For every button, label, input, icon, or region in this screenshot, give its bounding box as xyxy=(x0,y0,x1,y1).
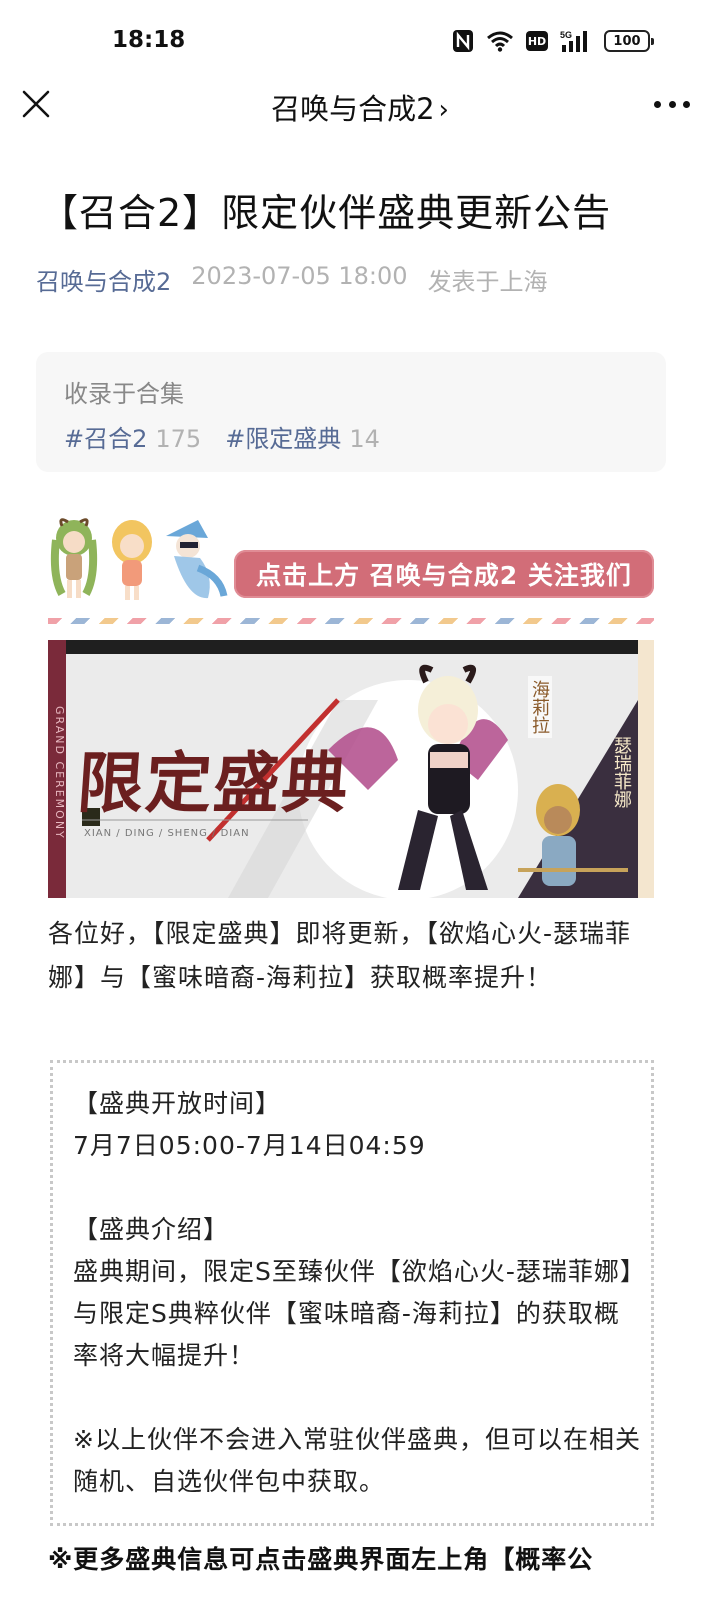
hero-side-text: GRAND CEREMONY xyxy=(48,640,66,898)
svg-text:5G: 5G xyxy=(560,30,572,40)
publish-location: 发表于上海 xyxy=(427,268,548,296)
article-title: 【召合2】限定伙伴盛典更新公告 xyxy=(40,191,612,235)
article-meta: 召唤与合成2 2023-07-05 18:00 发表于上海 xyxy=(36,262,548,297)
nfc-icon xyxy=(453,30,473,52)
info-box: 【盛典开放时间】 7月7日05:00-7月14日04:59 【盛典介绍】 盛典期… xyxy=(50,1060,654,1526)
status-icons: HD 5G 100 xyxy=(452,28,654,54)
battery-icon: 100 xyxy=(604,30,654,52)
status-bar: 18:18 HD 5G 100 xyxy=(0,0,720,80)
tag-count: 14 xyxy=(349,425,380,453)
hero-subtitle: XIAN / DING / SHENG / DIAN xyxy=(84,828,250,839)
account-link[interactable]: 召唤与合成2 xyxy=(36,262,171,297)
hero-character-name: 瑟瑞菲娜 xyxy=(611,736,632,808)
collection-tag[interactable]: #限定盛典 14 xyxy=(225,419,380,454)
collection-tags: #召合2 175 #限定盛典 14 xyxy=(64,419,380,454)
nav-title: 召唤与合成2 xyxy=(271,92,435,126)
more-info-text: ※更多盛典信息可点击盛典界面左上角【概率公 xyxy=(48,1545,594,1574)
follow-banner-text: 点击上方 召唤与合成2 关注我们 xyxy=(234,550,654,598)
note-text: ※以上伙伴不会进入常驻伙伴盛典，但可以在相关随机、自选伙伴包中获取。 xyxy=(73,1425,641,1496)
time-value: 7月7日05:00-7月14日04:59 xyxy=(73,1131,426,1160)
stripe-divider xyxy=(48,618,654,624)
collection-card: 收录于合集 #召合2 175 #限定盛典 14 xyxy=(36,352,666,472)
chibi-characters-image xyxy=(50,518,228,600)
status-time: 18:18 xyxy=(112,27,186,53)
collection-tag[interactable]: #召合2 175 xyxy=(64,419,201,454)
signal-5g-icon: 5G xyxy=(560,30,587,52)
chevron-right-icon: › xyxy=(438,95,449,125)
intro-header: 【盛典介绍】 xyxy=(73,1215,230,1244)
hero-character-name: 海莉拉 xyxy=(528,676,552,738)
hero-title: 限定盛典 xyxy=(74,744,353,822)
intro-text: 盛典期间，限定S至臻伙伴【欲焰心火-瑟瑞菲娜】与限定S典粹伙伴【蜜味暗裔-海莉拉… xyxy=(73,1257,634,1370)
publish-date: 2023-07-05 18:00 xyxy=(191,262,408,290)
tag-name: #召合2 xyxy=(64,425,148,453)
more-icon[interactable] xyxy=(654,92,690,116)
account-title-link[interactable]: 召唤与合成2 › xyxy=(0,86,720,128)
collection-label: 收录于合集 xyxy=(64,380,184,408)
tag-name: #限定盛典 xyxy=(225,425,342,453)
hero-banner-image: GRAND CEREMONY 限定盛典 XIAN / DING / SHENG … xyxy=(48,640,654,898)
intro-paragraph: 各位好，【限定盛典】即将更新，【欲焰心火-瑟瑞菲娜】与【蜜味暗裔-海莉拉】获取概… xyxy=(48,919,632,992)
article-page: 18:18 HD 5G 100 召唤与合成2 › 【召合2】限定伙伴盛典更新公告… xyxy=(0,0,720,1608)
hd-icon: HD xyxy=(526,31,548,51)
nav-bar: 召唤与合成2 › xyxy=(0,70,720,142)
wifi-icon xyxy=(487,31,513,52)
time-header: 【盛典开放时间】 xyxy=(73,1089,282,1118)
follow-banner[interactable]: 点击上方 召唤与合成2 关注我们 xyxy=(48,516,654,608)
tag-count: 175 xyxy=(155,425,202,453)
